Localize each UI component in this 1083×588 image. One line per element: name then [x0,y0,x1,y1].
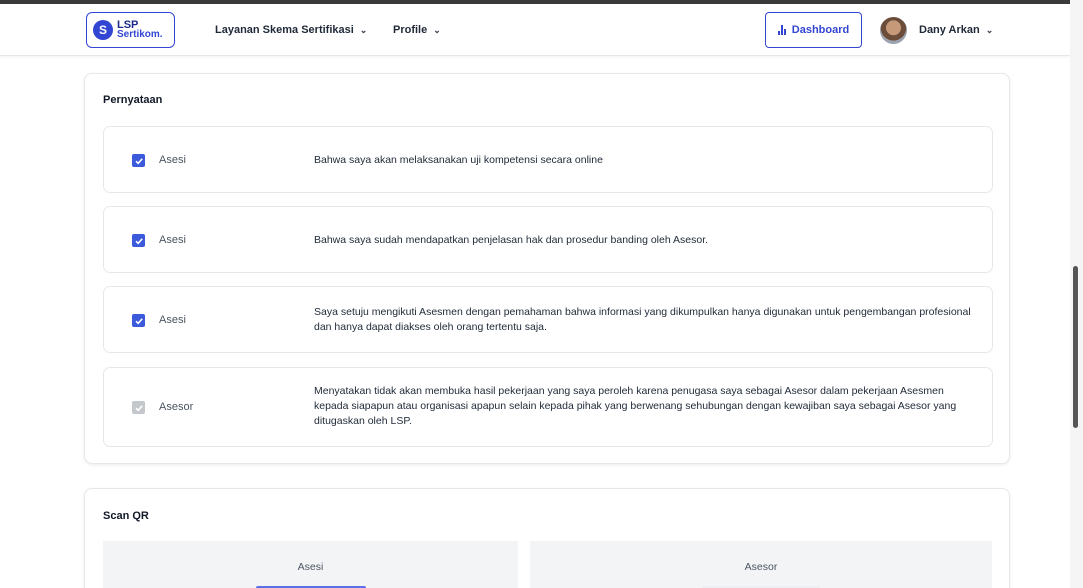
bar-chart-icon [777,25,786,35]
menu-profile[interactable]: Profile ⌄ [393,24,441,36]
check-icon [134,317,143,324]
scrollbar-thumb[interactable] [1073,266,1078,428]
statement-role: Asesi [159,154,186,166]
menu-profile-label: Profile [393,24,428,36]
qr-panel-asesi-label: Asesi [297,561,324,573]
logo-line-2: Sertikom. [117,29,163,40]
statement-checkbox[interactable] [132,154,145,167]
scan-qr-card: Scan QR Asesi Asesor [84,488,1010,588]
qr-panel-asesor-label: Asesor [744,561,778,573]
chevron-down-icon: ⌄ [433,24,441,35]
check-icon [134,404,143,411]
check-icon [134,237,143,244]
statement-role: Asesor [159,401,194,413]
dashboard-button-label: Dashboard [791,24,850,36]
check-icon [134,157,143,164]
user-menu[interactable]: Dany Arkan ⌄ [919,24,993,36]
statement-text: Bahwa saya akan melaksanakan uji kompete… [314,154,603,166]
dashboard-button[interactable]: Dashboard [765,12,862,48]
statement-item: Asesi Bahwa saya akan melaksanakan uji k… [103,126,993,193]
avatar[interactable] [880,17,907,44]
statement-role: Asesi [159,234,186,246]
statement-text: Menyatakan tidak akan membuka hasil peke… [314,385,957,427]
scan-qr-title: Scan QR [103,510,149,522]
chevron-down-icon: ⌄ [359,24,368,35]
pernyataan-card: Pernyataan Asesi Bahwa saya akan melaksa… [84,73,1010,464]
lsp-logo[interactable]: S LSP Sertikom. [86,12,175,48]
chevron-down-icon: ⌄ [985,24,994,35]
menu-layanan-label: Layanan Skema Sertifikasi [215,24,354,36]
statement-role: Asesi [159,314,186,326]
statement-item: Asesi Bahwa saya sudah mendapatkan penje… [103,206,993,273]
statement-checkbox-disabled[interactable] [132,401,145,414]
statement-item: Asesor Menyatakan tidak akan membuka has… [103,367,993,447]
pernyataan-title: Pernyataan [103,94,163,106]
qr-panel-asesi: Asesi [103,541,518,588]
qr-panel-asesor: Asesor [530,541,992,588]
top-navbar: S LSP Sertikom. Layanan Skema Sertifikas… [0,4,1070,56]
statement-checkbox[interactable] [132,234,145,247]
logo-mark-icon: S [93,20,113,40]
user-name: Dany Arkan [919,24,980,36]
statement-text: Bahwa saya sudah mendapatkan penjelasan … [314,234,709,246]
statement-text: Saya setuju mengikuti Asesmen dengan pem… [314,306,971,333]
menu-layanan-skema[interactable]: Layanan Skema Sertifikasi ⌄ [215,24,367,36]
statement-item: Asesi Saya setuju mengikuti Asesmen deng… [103,286,993,353]
statement-checkbox[interactable] [132,314,145,327]
